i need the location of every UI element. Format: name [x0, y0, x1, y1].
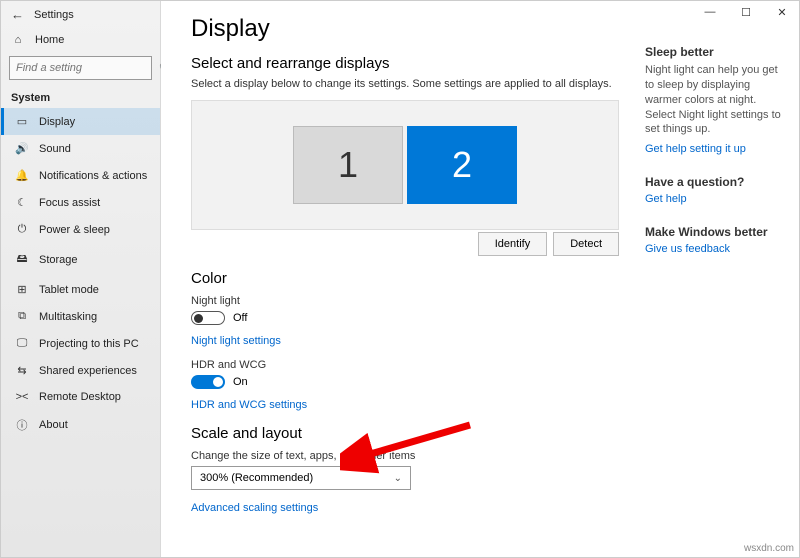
- hdr-settings-link[interactable]: HDR and WCG settings: [191, 399, 307, 411]
- sidebar-item-tablet-mode[interactable]: ⊞ Tablet mode: [1, 276, 160, 303]
- sidebar-item-label: About: [39, 419, 68, 431]
- sidebar-item-focus-assist[interactable]: ☾ Focus assist: [1, 189, 160, 216]
- remote-desktop-icon: ><: [15, 391, 29, 403]
- sidebar-item-multitasking[interactable]: ⧉ Multitasking: [1, 303, 160, 330]
- projecting-to-this-pc-icon: 🖵: [15, 337, 29, 350]
- rearrange-desc: Select a display below to change its set…: [191, 78, 619, 90]
- sidebar-item-label: Remote Desktop: [39, 391, 121, 403]
- sidebar-item-label: Shared experiences: [39, 365, 137, 377]
- sidebar-item-label: Display: [39, 116, 75, 128]
- sidebar-item-label: Sound: [39, 143, 71, 155]
- multitasking-icon: ⧉: [15, 310, 29, 323]
- sleep-better-heading: Sleep better: [645, 45, 785, 59]
- identify-button[interactable]: Identify: [478, 232, 547, 256]
- sidebar-item-label: Multitasking: [39, 311, 97, 323]
- night-light-state: Off: [233, 312, 247, 324]
- sidebar-item-label: Storage: [39, 254, 78, 266]
- sidebar-item-display[interactable]: ▭ Display: [1, 108, 160, 135]
- monitor-1[interactable]: 1: [293, 126, 403, 204]
- sidebar-item-label: Focus assist: [39, 197, 100, 209]
- feedback-heading: Make Windows better: [645, 225, 785, 239]
- search-input[interactable]: 🔍: [9, 56, 152, 80]
- power-sleep-icon: ⏻: [15, 223, 29, 236]
- sidebar-item-about[interactable]: ⓘ About: [1, 410, 160, 440]
- night-light-settings-link[interactable]: Night light settings: [191, 335, 281, 347]
- sleep-better-link[interactable]: Get help setting it up: [645, 143, 746, 155]
- help-pane: Sleep better Night light can help you ge…: [639, 1, 799, 557]
- app-title: Settings: [34, 9, 74, 21]
- hdr-state: On: [233, 376, 248, 388]
- display-icon: ▭: [15, 115, 29, 128]
- sidebar-item-label: Tablet mode: [39, 284, 99, 296]
- monitor-2[interactable]: 2: [407, 126, 517, 204]
- sleep-better-text: Night light can help you get to sleep by…: [645, 63, 785, 137]
- night-light-label: Night light: [191, 295, 619, 307]
- scale-desc: Change the size of text, apps, and other…: [191, 450, 619, 462]
- sidebar-item-label: Power & sleep: [39, 224, 110, 236]
- get-help-link[interactable]: Get help: [645, 193, 687, 205]
- sidebar-item-power-sleep[interactable]: ⏻ Power & sleep: [1, 216, 160, 243]
- watermark: wsxdn.com: [744, 543, 794, 554]
- scale-value: 300% (Recommended): [200, 472, 313, 484]
- minimize-button[interactable]: —: [692, 0, 728, 24]
- sidebar: ← Settings ⌂ Home 🔍 System ▭ Display 🔊 Soun…: [1, 1, 161, 557]
- hdr-label: HDR and WCG: [191, 359, 619, 371]
- rearrange-heading: Select and rearrange displays: [191, 55, 619, 72]
- color-heading: Color: [191, 270, 619, 287]
- scale-heading: Scale and layout: [191, 425, 619, 442]
- maximize-button[interactable]: ☐: [728, 0, 764, 24]
- about-icon: ⓘ: [15, 417, 29, 433]
- sidebar-item-sound[interactable]: 🔊 Sound: [1, 135, 160, 162]
- sound-icon: 🔊: [15, 142, 29, 155]
- notifications-actions-icon: 🔔: [15, 169, 29, 182]
- home-icon: ⌂: [11, 34, 25, 46]
- search-field[interactable]: [16, 62, 159, 74]
- sidebar-home[interactable]: ⌂ Home: [1, 28, 160, 52]
- shared-experiences-icon: ⇆: [15, 364, 29, 377]
- feedback-link[interactable]: Give us feedback: [645, 243, 730, 255]
- advanced-scaling-link[interactable]: Advanced scaling settings: [191, 502, 318, 514]
- hdr-toggle[interactable]: On: [191, 375, 619, 389]
- sidebar-item-remote-desktop[interactable]: >< Remote Desktop: [1, 384, 160, 410]
- question-heading: Have a question?: [645, 175, 785, 189]
- sidebar-item-label: Projecting to this PC: [39, 338, 139, 350]
- sidebar-item-shared-experiences[interactable]: ⇆ Shared experiences: [1, 357, 160, 384]
- display-arrangement[interactable]: 1 2: [191, 100, 619, 230]
- night-light-toggle[interactable]: Off: [191, 311, 619, 325]
- back-icon[interactable]: ←: [11, 7, 24, 22]
- storage-icon: 🖴: [15, 250, 29, 269]
- tablet-mode-icon: ⊞: [15, 283, 29, 296]
- focus-assist-icon: ☾: [15, 196, 29, 209]
- sidebar-item-label: Notifications & actions: [39, 170, 147, 182]
- sidebar-item-storage[interactable]: 🖴 Storage: [1, 243, 160, 276]
- sidebar-item-notifications-actions[interactable]: 🔔 Notifications & actions: [1, 162, 160, 189]
- home-label: Home: [35, 34, 64, 46]
- close-button[interactable]: ✕: [764, 0, 800, 24]
- detect-button[interactable]: Detect: [553, 232, 619, 256]
- sidebar-item-projecting-to-this-pc[interactable]: 🖵 Projecting to this PC: [1, 330, 160, 357]
- content-area: Display Select and rearrange displays Se…: [161, 1, 639, 557]
- sidebar-heading: System: [1, 84, 160, 108]
- scale-select[interactable]: 300% (Recommended) ⌄: [191, 466, 411, 490]
- chevron-down-icon: ⌄: [394, 473, 402, 484]
- page-title: Display: [191, 15, 619, 43]
